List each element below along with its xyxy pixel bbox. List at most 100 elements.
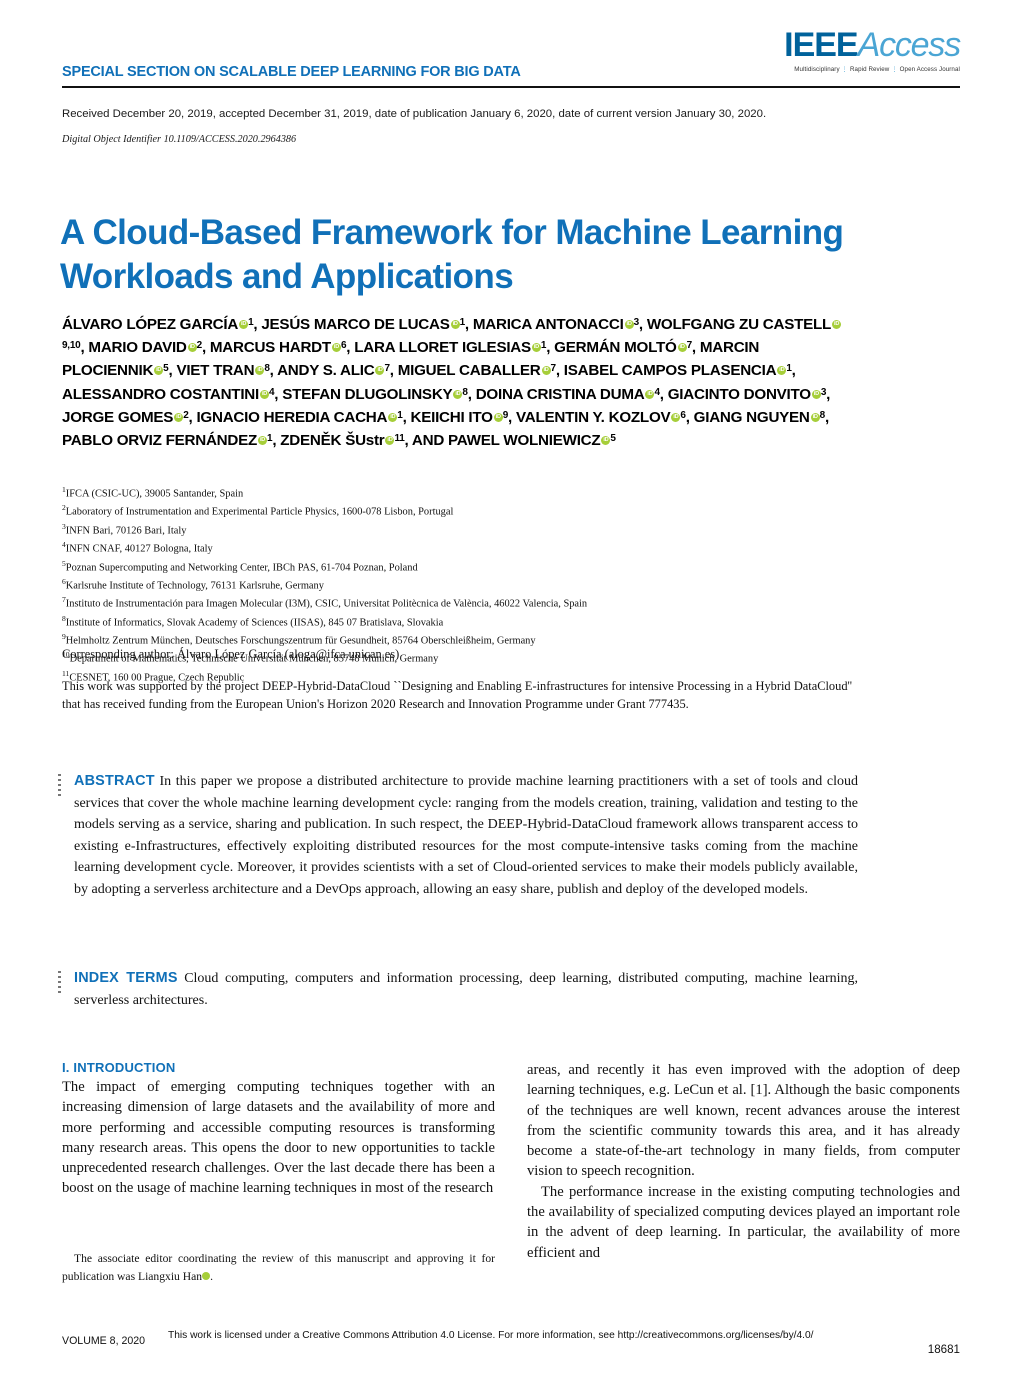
affiliation-text: Poznan Supercomputing and Networking Cen… bbox=[65, 561, 418, 573]
author-name: PABLO ORVIZ FERNÁNDEZ bbox=[62, 432, 258, 450]
affiliation-item: 5Poznan Supercomputing and Networking Ce… bbox=[62, 557, 922, 575]
author-name: MIGUEL CABALLER bbox=[397, 362, 541, 380]
footer-license: This work is licensed under a Creative C… bbox=[168, 1330, 814, 1341]
index-terms-marker-icon bbox=[58, 971, 61, 993]
orcid-icon: iD bbox=[202, 1271, 219, 1280]
abstract-block: ABSTRACT In this paper we propose a dist… bbox=[58, 771, 858, 901]
tagline-open-access: Open Access Journal bbox=[899, 66, 960, 73]
tagline-separator-icon: ⋮ bbox=[891, 66, 898, 73]
abstract-label: ABSTRACT bbox=[74, 773, 155, 789]
orcid-icon[interactable]: iD bbox=[624, 320, 634, 329]
index-terms-label: INDEX TERMS bbox=[74, 970, 178, 986]
author-separator: , bbox=[685, 408, 694, 426]
orcid-icon[interactable]: iD bbox=[810, 412, 820, 422]
affiliation-text: Laboratory of Instrumentation and Experi… bbox=[65, 506, 454, 518]
orcid-icon[interactable]: iD bbox=[531, 343, 541, 353]
author-separator: , bbox=[467, 385, 476, 403]
orcid-icon[interactable]: iD bbox=[450, 320, 460, 329]
affiliation-item: 3INFN Bari, 70126 Bari, Italy bbox=[62, 520, 922, 538]
index-terms-text: Cloud computing, computers and informati… bbox=[74, 971, 859, 1008]
orcid-icon[interactable]: iD bbox=[541, 366, 551, 376]
orcid-icon[interactable]: iD bbox=[677, 343, 687, 353]
author-separator: , bbox=[638, 316, 647, 333]
author-separator: , bbox=[691, 339, 700, 357]
author-separator: , bbox=[389, 362, 398, 380]
affiliation-text: Helmholtz Zentrum München, Deutsches For… bbox=[65, 635, 536, 647]
abstract-marker-icon bbox=[58, 774, 61, 796]
author-list: ÁLVARO LÓPEZ GARCÍA iD 1, JESÚS MARCO DE L… bbox=[62, 312, 852, 451]
orcid-icon[interactable]: iD bbox=[259, 389, 269, 399]
intro-paragraph-right-2: The performance increase in the existing… bbox=[527, 1183, 960, 1261]
orcid-icon[interactable]: iD bbox=[832, 320, 842, 329]
affiliation-item: 2Laboratory of Instrumentation and Exper… bbox=[62, 501, 922, 519]
author-separator: , bbox=[546, 339, 555, 357]
affiliation-text: Karlsruhe Institute of Technology, 76131… bbox=[65, 580, 324, 592]
index-terms-block: INDEX TERMS Cloud computing, computers a… bbox=[58, 968, 858, 1011]
orcid-icon[interactable]: iD bbox=[174, 412, 184, 422]
author-name: GERMÁN MOLTÓ bbox=[554, 339, 677, 357]
affiliation-text: INFN CNAF, 40127 Bologna, Italy bbox=[65, 543, 213, 555]
ieee-wordmark: IEEE bbox=[784, 26, 858, 64]
funding-statement: This work was supported by the project D… bbox=[62, 679, 852, 711]
author-separator: , bbox=[201, 339, 210, 357]
author-name: WOLFGANG ZU CASTELL bbox=[646, 316, 832, 333]
orcid-icon[interactable]: iD bbox=[493, 412, 503, 422]
author-name: ANDY S. ALIC bbox=[277, 362, 375, 380]
orcid-icon[interactable]: iD bbox=[258, 436, 268, 446]
ieee-access-logo: IEEEAccess Multidisciplinary ⋮ Rapid Revie… bbox=[784, 26, 961, 73]
author-name: JORGE GOMES bbox=[62, 408, 174, 426]
author-name: ALESSANDRO COSTANTINI bbox=[62, 385, 259, 403]
author-name: GIANG NGUYEN bbox=[693, 408, 810, 426]
affiliation-text: Instituto de Instrumentación para Imagen… bbox=[65, 598, 588, 610]
author-name: PAWEL WOLNIEWICZ bbox=[448, 432, 601, 450]
author-name: JESÚS MARCO DE LUCAS bbox=[261, 316, 450, 333]
author-separator: , AND bbox=[404, 432, 449, 450]
author-separator: , bbox=[824, 408, 829, 426]
orcid-icon[interactable]: iD bbox=[154, 366, 164, 376]
editor-footnote: The associate editor coordinating the re… bbox=[62, 1250, 495, 1285]
orcid-icon[interactable]: iD bbox=[255, 366, 265, 376]
page-footer: VOLUME 8, 2020 This work is licensed und… bbox=[62, 1329, 960, 1356]
orcid-icon[interactable]: iD bbox=[777, 366, 787, 376]
tagline-rapid-review: Rapid Review bbox=[849, 66, 890, 73]
tagline-multidisciplinary: Multidisciplinary bbox=[794, 66, 840, 73]
intro-paragraph-right-1: areas, and recently it has even improved… bbox=[527, 1062, 960, 1180]
masthead-divider bbox=[62, 86, 960, 89]
orcid-icon[interactable]: iD bbox=[187, 343, 197, 353]
orcid-icon[interactable]: iD bbox=[331, 343, 341, 353]
author-name: VALENTIN Y. KOZLOV bbox=[515, 408, 671, 426]
ieee-logo-tagline: Multidisciplinary ⋮ Rapid Review ⋮ Open Acce… bbox=[784, 66, 960, 73]
author-name: MARCUS HARDT bbox=[209, 339, 331, 357]
affiliation-item: 7Instituto de Instrumentación para Image… bbox=[62, 593, 922, 611]
affiliation-text: IFCA (CSIC-UC), 39005 Santander, Spain bbox=[65, 488, 244, 500]
author-affiliation-marker: 5 bbox=[610, 433, 616, 445]
footer-page-number: 18681 bbox=[927, 1343, 960, 1356]
ieee-access-logo-wordmark: IEEEAccess bbox=[784, 26, 961, 64]
author-separator: , bbox=[508, 408, 516, 426]
page-title: A Cloud-Based Framework for Machine Lear… bbox=[60, 213, 844, 297]
author-name: IGNACIO HEREDIA CACHA bbox=[196, 408, 388, 426]
paper-page: SPECIAL SECTION ON SCALABLE DEEP LEARNIN… bbox=[0, 0, 1020, 1386]
section-heading-introduction: I. INTRODUCTION bbox=[62, 1060, 176, 1075]
author-name: KEIICHI ITO bbox=[410, 408, 493, 426]
body-column-right: areas, and recently it has even improved… bbox=[527, 1060, 960, 1263]
author-separator: , bbox=[791, 362, 796, 380]
author-separator: , bbox=[826, 385, 831, 403]
editor-footnote-text: The associate editor coordinating the re… bbox=[62, 1252, 495, 1283]
author-name: MARIO DAVID bbox=[88, 339, 187, 357]
orcid-icon[interactable]: iD bbox=[388, 412, 398, 422]
body-columns: I. INTRODUCTION The impact of emerging c… bbox=[62, 1060, 960, 1310]
orcid-icon[interactable]: iD bbox=[811, 389, 821, 399]
author-affiliation-marker: 9,10 bbox=[62, 340, 81, 352]
orcid-icon[interactable]: iD bbox=[239, 320, 249, 329]
author-name: GIACINTO DONVITO bbox=[667, 385, 811, 403]
corresponding-author: Corresponding author: Álvaro López Garcí… bbox=[62, 647, 400, 661]
affiliation-item: 8Institute of Informatics, Slovak Academ… bbox=[62, 612, 922, 630]
author-name: LARA LLORET IGLESIAS bbox=[354, 339, 531, 357]
affiliation-text: Institute of Informatics, Slovak Academy… bbox=[65, 617, 444, 629]
affiliation-item: 1IFCA (CSIC-UC), 39005 Santander, Spain bbox=[62, 483, 922, 501]
author-name: DOINA CRISTINA DUMA bbox=[475, 385, 645, 403]
tagline-separator-icon: ⋮ bbox=[841, 66, 848, 73]
publication-dates: Received December 20, 2019, accepted Dec… bbox=[62, 108, 767, 120]
footer-volume: VOLUME 8, 2020 bbox=[62, 1335, 146, 1347]
